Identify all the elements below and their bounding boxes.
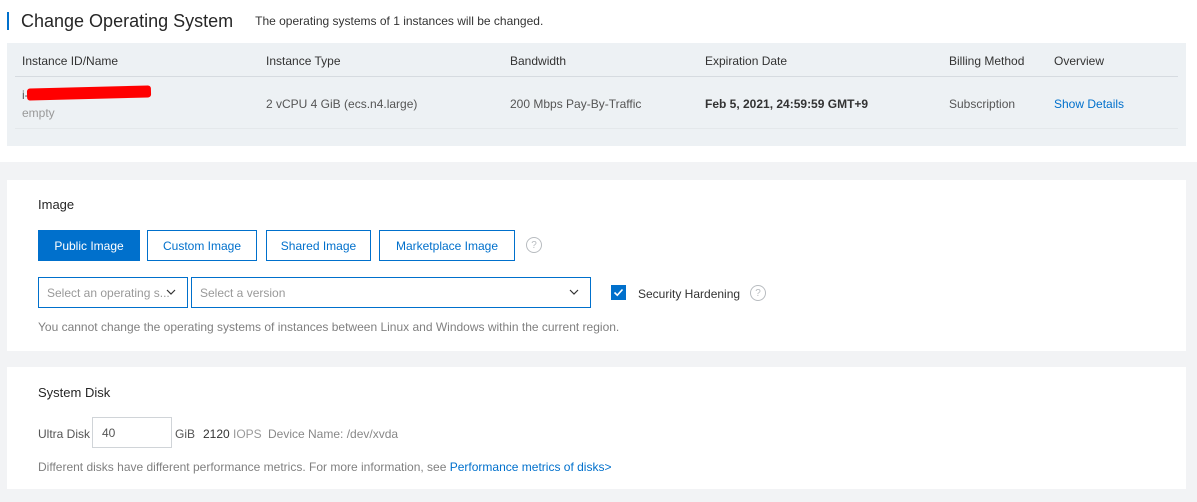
help-icon[interactable]: ? [750, 285, 766, 301]
security-hardening-checkbox[interactable] [611, 285, 626, 300]
version-select[interactable]: Select a version [191, 277, 591, 308]
instance-name: empty [22, 106, 55, 120]
chevron-down-icon [569, 289, 579, 295]
dialog-header: Change Operating System The operating sy… [7, 10, 543, 32]
bandwidth: 200 Mbps Pay-By-Traffic [510, 97, 642, 111]
col-expiration: Expiration Date [705, 54, 788, 68]
top-panel: Change Operating System The operating sy… [0, 0, 1197, 162]
disk-note: Different disks have different performan… [38, 460, 611, 474]
title-accent-bar [7, 12, 9, 30]
instances-table: Instance ID/Name Instance Type Bandwidth… [7, 43, 1186, 146]
system-disk-card: System Disk Ultra Disk 40 GiB 2120 IOPS … [7, 367, 1186, 489]
col-instance-id: Instance ID/Name [22, 54, 119, 68]
version-select-placeholder: Select a version [200, 285, 286, 300]
col-instance-type: Instance Type [266, 54, 341, 68]
os-select-placeholder: Select an operating s... [47, 285, 170, 300]
help-icon[interactable]: ? [526, 237, 542, 253]
security-hardening-label: Security Hardening [638, 287, 741, 301]
billing-method: Subscription [949, 97, 1016, 111]
iops-value: 2120 [203, 427, 230, 441]
image-note: You cannot change the operating systems … [38, 320, 620, 334]
disk-size-input[interactable]: 40 [92, 417, 172, 448]
disk-note-text: Different disks have different performan… [38, 460, 447, 474]
col-bandwidth: Bandwidth [510, 54, 567, 68]
image-card: Image Public Image Custom Image Shared I… [7, 180, 1186, 351]
tab-public-image[interactable]: Public Image [38, 230, 140, 261]
page-title: Change Operating System [21, 10, 234, 31]
table-header: Instance ID/Name Instance Type Bandwidth… [15, 43, 1178, 77]
os-select[interactable]: Select an operating s... [38, 277, 188, 308]
col-billing: Billing Method [949, 54, 1025, 68]
system-disk-title: System Disk [38, 385, 111, 400]
device-name: Device Name: /dev/xvda [268, 427, 399, 441]
expiration-date: Feb 5, 2021, 24:59:59 GMT+9 [705, 97, 869, 111]
col-overview: Overview [1054, 54, 1105, 68]
tab-shared-image[interactable]: Shared Image [266, 230, 371, 261]
tab-marketplace-image[interactable]: Marketplace Image [379, 230, 515, 261]
table-row: i- empty 2 vCPU 4 GiB (ecs.n4.large) 200… [15, 77, 1178, 129]
disk-type-label: Ultra Disk [38, 427, 91, 441]
chevron-down-icon [166, 289, 176, 295]
page-subtitle: The operating systems of 1 instances wil… [255, 14, 544, 28]
tab-custom-image[interactable]: Custom Image [147, 230, 257, 261]
iops-label: IOPS [233, 427, 262, 441]
instance-type: 2 vCPU 4 GiB (ecs.n4.large) [266, 97, 418, 111]
show-details-link[interactable]: Show Details [1054, 97, 1124, 111]
image-section-title: Image [38, 197, 75, 212]
redaction-mark [26, 85, 152, 101]
disk-unit: GiB [175, 427, 196, 441]
checkmark-icon [613, 288, 624, 297]
performance-metrics-link[interactable]: Performance metrics of disks> [450, 460, 612, 474]
